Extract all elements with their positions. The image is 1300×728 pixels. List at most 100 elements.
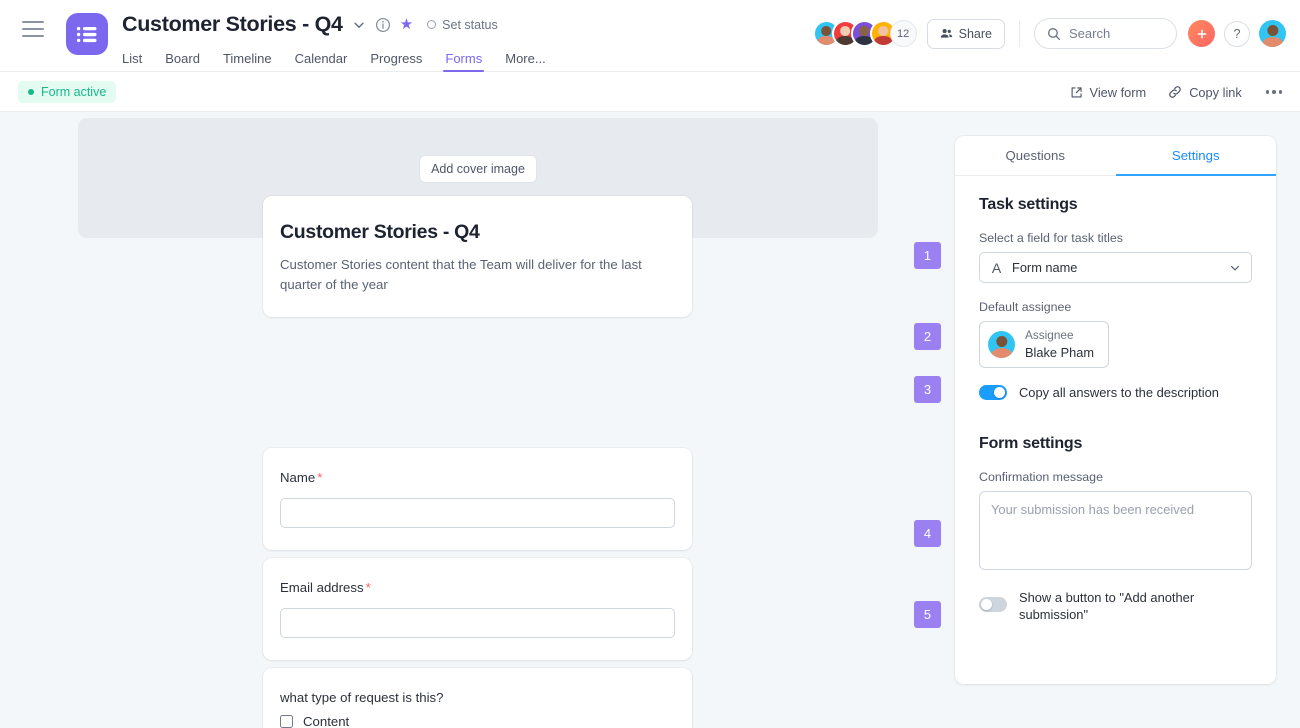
required-marker: * bbox=[365, 580, 371, 595]
help-button[interactable]: ? bbox=[1224, 20, 1250, 47]
question-label: Name * bbox=[280, 470, 675, 485]
ellipsis-icon[interactable] bbox=[1264, 86, 1284, 97]
form-description[interactable]: Customer Stories content that the Team w… bbox=[280, 255, 675, 295]
tab-timeline[interactable]: Timeline bbox=[223, 51, 272, 72]
tab-list[interactable]: List bbox=[122, 51, 142, 72]
question-card-name: Name * bbox=[263, 448, 692, 550]
question-label: Email address * bbox=[280, 580, 675, 595]
chevron-down-icon[interactable] bbox=[352, 18, 366, 32]
star-icon[interactable]: ★ bbox=[400, 17, 413, 32]
confirmation-message-placeholder: Your submission has been received bbox=[991, 502, 1195, 518]
confirmation-message-label: Confirmation message bbox=[979, 470, 1103, 485]
form-settings-heading: Form settings bbox=[979, 435, 1083, 453]
title-row: Customer Stories - Q4 ★ Set status bbox=[122, 10, 546, 39]
add-cover-image-button[interactable]: Add cover image bbox=[419, 155, 537, 183]
plus-icon bbox=[1197, 29, 1206, 38]
status-badge-label: Form active bbox=[41, 84, 107, 99]
toggle-knob bbox=[993, 386, 1006, 399]
status-dot-icon bbox=[28, 88, 34, 95]
hamburger-icon[interactable] bbox=[22, 21, 44, 37]
search-input[interactable]: Search bbox=[1034, 18, 1177, 49]
tab-questions[interactable]: Questions bbox=[955, 136, 1116, 175]
form-header-card: Customer Stories - Q4 Customer Stories c… bbox=[263, 196, 692, 318]
question-label-text: Name bbox=[280, 470, 316, 485]
checkbox-icon[interactable] bbox=[280, 715, 293, 728]
question-card-request-type: what type of request is this? Content De… bbox=[263, 668, 692, 728]
body-area: Add cover image Customer Stories - Q4 Cu… bbox=[0, 112, 1300, 728]
step-marker-3: 3 bbox=[914, 376, 941, 403]
task-title-field-select[interactable]: A Form name bbox=[979, 252, 1252, 283]
project-list-icon[interactable] bbox=[66, 13, 108, 55]
assignee-text: Assignee Blake Pham bbox=[1025, 328, 1094, 361]
chevron-down-icon bbox=[1231, 265, 1239, 270]
people-icon bbox=[940, 29, 952, 38]
step-marker-4: 4 bbox=[914, 520, 941, 547]
assignee-role: Assignee bbox=[1025, 328, 1074, 342]
copy-link-button[interactable]: Copy link bbox=[1168, 85, 1242, 100]
confirmation-message-input[interactable]: Your submission has been received bbox=[979, 491, 1252, 571]
share-label: Share bbox=[958, 26, 992, 41]
share-button[interactable]: Share bbox=[926, 18, 1005, 49]
copy-answers-toggle[interactable] bbox=[979, 385, 1007, 401]
form-settings-panel: Questions Settings Task settings Select … bbox=[955, 136, 1276, 684]
info-icon[interactable] bbox=[375, 17, 391, 33]
task-settings-heading: Task settings bbox=[979, 196, 1078, 213]
step-marker-5: 5 bbox=[914, 601, 941, 628]
toggle-knob bbox=[980, 598, 993, 611]
required-marker: * bbox=[317, 470, 323, 485]
avatar bbox=[988, 331, 1015, 359]
search-placeholder: Search bbox=[1069, 26, 1111, 41]
option-row[interactable]: Content bbox=[280, 714, 675, 728]
form-title[interactable]: Customer Stories - Q4 bbox=[280, 221, 675, 244]
task-title-field-label: Select a field for task titles bbox=[979, 231, 1123, 245]
set-status-button[interactable]: Set status bbox=[427, 18, 498, 32]
page-title[interactable]: Customer Stories - Q4 bbox=[122, 12, 343, 37]
step-marker-1: 1 bbox=[914, 242, 941, 269]
title-block: Customer Stories - Q4 ★ Set status List … bbox=[122, 0, 546, 72]
user-avatar[interactable] bbox=[1259, 20, 1286, 47]
step-marker-2: 2 bbox=[914, 323, 941, 350]
tab-forms[interactable]: Forms bbox=[443, 51, 485, 72]
avatar-overflow-count[interactable]: 12 bbox=[889, 20, 917, 47]
add-button[interactable] bbox=[1188, 20, 1215, 47]
tab-settings[interactable]: Settings bbox=[1115, 136, 1277, 176]
form-preview-canvas: Add cover image Customer Stories - Q4 Cu… bbox=[0, 112, 930, 728]
panel-body: Task settings Select a field for task ti… bbox=[955, 176, 1276, 623]
status-ring-icon bbox=[427, 20, 437, 29]
question-card-email: Email address * bbox=[263, 558, 692, 660]
default-assignee-selector[interactable]: Assignee Blake Pham bbox=[979, 321, 1109, 369]
header-actions: 12 Share Search ? bbox=[812, 18, 1286, 49]
add-another-label: Show a button to "Add another submission… bbox=[1019, 590, 1195, 623]
tab-calendar[interactable]: Calendar bbox=[295, 51, 348, 72]
add-another-toggle[interactable] bbox=[979, 597, 1007, 613]
view-form-button[interactable]: View form bbox=[1070, 84, 1147, 100]
copy-answers-label: Copy all answers to the description bbox=[1019, 385, 1219, 401]
add-another-row: Show a button to "Add another submission… bbox=[979, 589, 1252, 623]
toolbar-actions: View form Copy link bbox=[1070, 72, 1284, 112]
header-divider bbox=[1019, 20, 1020, 47]
email-field[interactable] bbox=[280, 608, 675, 638]
option-label: Content bbox=[303, 714, 350, 728]
copy-link-label: Copy link bbox=[1189, 84, 1242, 100]
default-assignee-label: Default assignee bbox=[979, 300, 1072, 314]
name-field[interactable] bbox=[280, 498, 675, 528]
text-field-icon: A bbox=[991, 259, 1002, 276]
top-header: Customer Stories - Q4 ★ Set status List … bbox=[0, 0, 1300, 72]
view-form-label: View form bbox=[1089, 84, 1147, 100]
status-badge[interactable]: Form active bbox=[18, 80, 117, 103]
tab-more[interactable]: More... bbox=[505, 51, 545, 72]
search-icon bbox=[1048, 27, 1061, 40]
member-avatars: 12 bbox=[812, 20, 917, 47]
set-status-label: Set status bbox=[442, 17, 498, 32]
assignee-name: Blake Pham bbox=[1025, 344, 1094, 360]
external-link-icon bbox=[1071, 86, 1082, 97]
link-icon bbox=[1169, 86, 1182, 98]
panel-tabs: Questions Settings bbox=[955, 136, 1276, 176]
task-title-field-value: Form name bbox=[1012, 260, 1078, 275]
copy-answers-row: Copy all answers to the description bbox=[979, 384, 1252, 401]
question-label: what type of request is this? bbox=[280, 690, 444, 705]
view-tabs: List Board Timeline Calendar Progress Fo… bbox=[122, 46, 546, 72]
tab-board[interactable]: Board bbox=[165, 51, 200, 72]
tab-progress[interactable]: Progress bbox=[370, 51, 422, 72]
form-toolbar: Form active View form Copy link bbox=[0, 72, 1300, 112]
